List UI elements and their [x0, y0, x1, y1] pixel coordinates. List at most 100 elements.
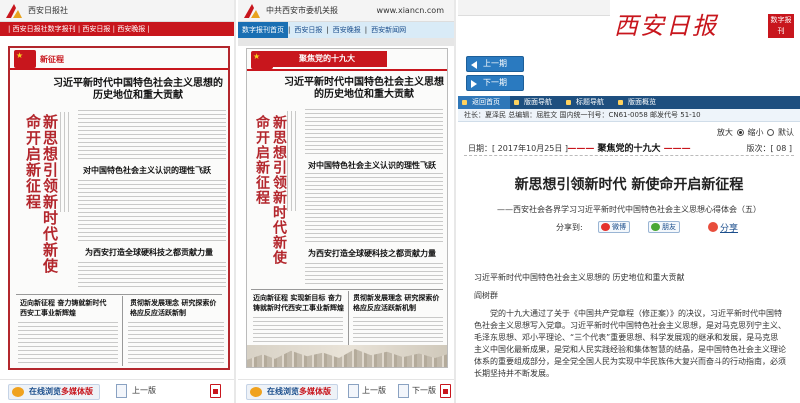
article-author: 阎树群	[474, 291, 498, 300]
zoom-enlarge-label: 放大	[716, 128, 733, 137]
menu-title-nav[interactable]: 标题导航	[562, 96, 614, 109]
masthead-meta: 社长：夏泽民 总编辑：屈胜文 国内统一刊号：CN61-0058 邮发代号 51-…	[458, 109, 800, 122]
page-vertical-title: 新思想引领新时代新使命开启新征程	[254, 115, 287, 265]
next-issue-label: 下一期	[483, 78, 507, 87]
column-text	[305, 263, 443, 285]
share-label: 分享到:	[556, 223, 583, 232]
article-header: 西安日报 数字报刊	[458, 0, 800, 52]
prev-page-link[interactable]: 上一版	[362, 385, 386, 396]
page-masthead: 新征程	[10, 48, 228, 70]
page-headline: 习近平新时代中国特色社会主义思想的历史地位和重大贡献	[284, 77, 444, 100]
article-panel: 西安日报 数字报刊 上一期 下一期 返回首页 版面导航 标题导航 版面概览 社长：夏泽…	[458, 0, 800, 403]
nav-item-news[interactable]: 西安新闻网	[367, 22, 410, 38]
page-banner: 聚焦党的十九大	[267, 51, 387, 67]
article-title: 新思想引领新时代 新使命开启新征程	[514, 177, 744, 193]
menu-page-overview[interactable]: 版面概览	[614, 96, 666, 109]
masthead-rule	[247, 69, 447, 71]
nav-item-digital[interactable]: 西安日报社数字报刊	[13, 25, 76, 33]
prev-issue-button[interactable]: 上一期	[466, 56, 524, 72]
mid-nav-bar: 数字报刊首页 | 西安日报 | 西安晚报 | 西安新闻网	[238, 22, 454, 38]
left-e-paper-panel: 西安日报社 | 西安日报社数字报刊 | 西安日报 | 西安晚报 | 新征程 习近…	[0, 0, 236, 403]
column-text	[305, 173, 443, 245]
share-weibo-button[interactable]: 微博	[598, 221, 630, 233]
page-rule	[16, 294, 222, 295]
party-flag-icon	[14, 50, 36, 68]
share-friends-button[interactable]: 朋友	[648, 221, 680, 233]
column-text	[287, 111, 299, 211]
zoom-default-label: 默认	[778, 128, 794, 137]
brand-tag: 数字报刊	[768, 14, 794, 38]
zoom-shrink-radio[interactable]	[767, 129, 775, 136]
page-number: 版次：[ 08 ]	[746, 144, 792, 153]
article-menu-bar: 返回首页 版面导航 标题导航 版面概览	[458, 96, 800, 109]
page-masthead-title: 新征程	[40, 55, 64, 64]
page-skyline-image	[247, 345, 447, 367]
nav-item-daily[interactable]: 西安日报	[290, 22, 326, 38]
nav-item-home[interactable]: 数字报刊首页	[238, 22, 288, 38]
page-vertical-title: 新思想引领新时代新使命开启新征程	[24, 114, 59, 274]
column-text	[78, 110, 226, 162]
page-icon[interactable]	[116, 384, 127, 398]
brand-box: 西安日报 数字报刊	[610, 0, 800, 50]
section-label: 聚焦党的十九大	[597, 144, 661, 154]
weibo-icon	[601, 223, 610, 231]
next-page-link[interactable]: 下一版	[412, 385, 436, 396]
zoom-controls: 放大 缩小 默认	[717, 127, 794, 138]
logo-icon	[244, 4, 260, 18]
multimedia-label-accent: 多媒体版	[61, 387, 93, 396]
page-subheading-4: 贯彻新发展理念 研究探索价格应反应活跃新机制	[353, 294, 440, 312]
right-arrow-icon	[471, 80, 477, 88]
wechat-icon	[651, 223, 660, 231]
column-text	[253, 317, 343, 343]
page-subheading-2: 为西安打造全球硬科技之都贡献力量	[85, 248, 213, 257]
multimedia-icon	[250, 387, 262, 397]
multimedia-button[interactable]: 在线浏览多媒体版	[8, 384, 100, 400]
page-subheading-2: 为西安打造全球硬科技之都贡献力量	[308, 249, 436, 258]
menu-page-nav[interactable]: 版面导航	[510, 96, 562, 109]
multimedia-label: 在线浏览	[267, 387, 299, 396]
left-arrow-icon	[471, 61, 477, 69]
skyline-graphic	[247, 349, 447, 367]
prev-issue-label: 上一期	[483, 59, 507, 68]
multimedia-label: 在线浏览	[29, 387, 61, 396]
body-paragraph: 党的十九大通过了关于《中国共产党章程（修正案）》的决议，习近平新时代中国特色社会…	[474, 309, 786, 378]
nav-item-evening[interactable]: 西安晚报	[117, 25, 145, 33]
multimedia-label-accent: 多媒体版	[299, 387, 331, 396]
brand-logo: 西安日报	[614, 12, 718, 40]
page-subheading-1: 对中国特色社会主义认识的理性飞跃	[83, 166, 211, 175]
mid-e-paper-panel: 中共西安市委机关报 www.xiancn.com 数字报刊首页 | 西安日报 | 西安晚…	[238, 0, 456, 403]
article-body: 习近平新时代中国特色社会主义思想的 历史地位和重大贡献 阎树群 党的十九大通过了…	[474, 272, 786, 386]
multimedia-button[interactable]: 在线浏览多媒体版	[246, 384, 338, 400]
nav-item-daily[interactable]: 西安日报	[82, 25, 110, 33]
mid-header: 中共西安市委机关报 www.xiancn.com	[238, 0, 454, 22]
next-issue-button[interactable]: 下一期	[466, 75, 524, 91]
newspaper-page-image[interactable]: 新征程 习近平新时代中国特色社会主义思想的历史地位和重大贡献 新思想引领新时代新…	[8, 46, 230, 370]
page-subheading-3: 迈向新征程 实现新目标 奋力铸就新时代西安工事业新辉煌	[253, 294, 344, 312]
masthead-rule	[10, 68, 228, 70]
page-icon[interactable]	[398, 384, 409, 398]
share-more-link[interactable]: 分享	[720, 221, 738, 234]
share-more-icon	[708, 222, 718, 232]
menu-home[interactable]: 返回首页	[458, 96, 510, 109]
pdf-icon[interactable]	[440, 384, 451, 398]
page-rule	[251, 289, 443, 290]
article-subtitle: ——西安社会各界学习习近平新时代中国特色社会主义思想心得体会（五）	[497, 205, 761, 214]
nav-item-evening[interactable]: 西安晚报	[329, 22, 365, 38]
share-friends-label: 朋友	[662, 223, 676, 231]
publisher-name: 西安日报社	[28, 6, 68, 15]
site-url[interactable]: www.xiancn.com	[377, 6, 444, 15]
column-text	[78, 262, 226, 290]
page-rule	[122, 296, 123, 366]
page-subheading-1: 对中国特色社会主义认识的理性飞跃	[308, 161, 436, 170]
gray-band	[238, 38, 454, 46]
pdf-icon[interactable]	[210, 384, 221, 398]
page-subheading-3: 迈向新征程 奋力铸就新时代西安工事业新辉煌	[20, 299, 107, 317]
newspaper-page-image[interactable]: 聚焦党的十九大 习近平新时代中国特色社会主义思想的历史地位和重大贡献 新思想引领…	[246, 48, 448, 368]
share-weibo-label: 微博	[612, 223, 626, 231]
page-icon[interactable]	[348, 384, 359, 398]
column-text	[78, 180, 226, 244]
zoom-enlarge-radio[interactable]	[736, 129, 744, 136]
logo-icon	[6, 4, 22, 18]
prev-page-link[interactable]: 上一版	[132, 385, 156, 396]
left-header: 西安日报社	[0, 0, 234, 22]
